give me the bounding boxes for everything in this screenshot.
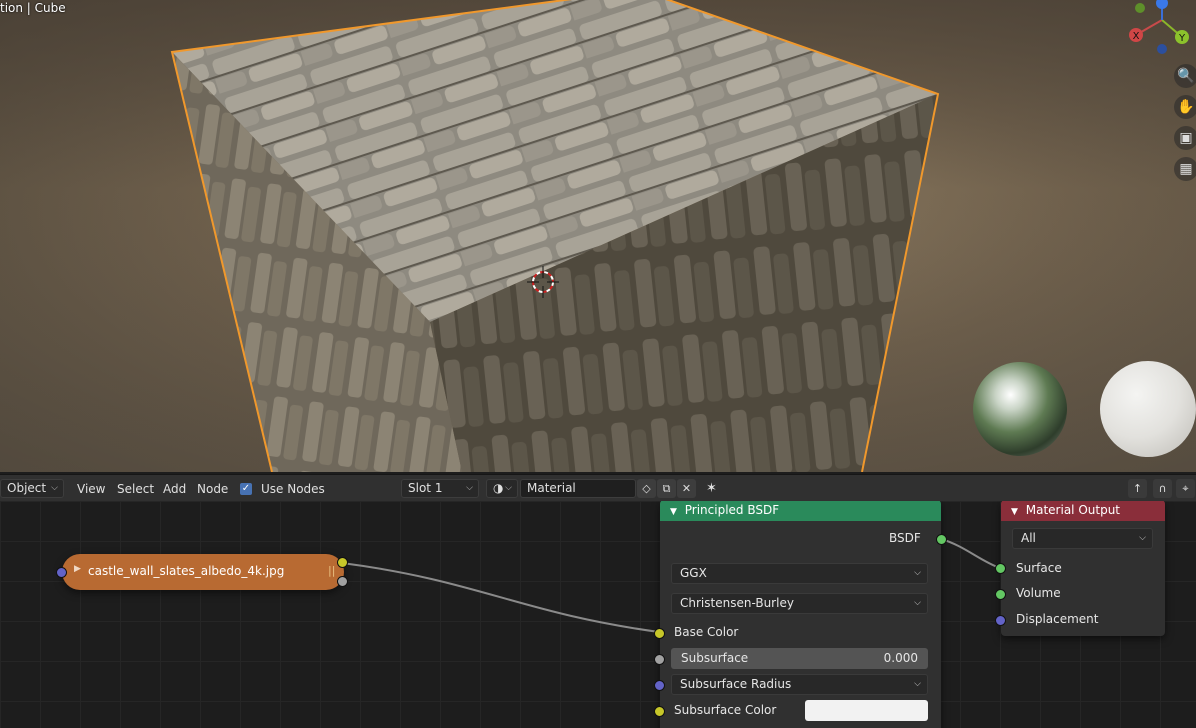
principled-bsdf-header[interactable]: ▼ Principled BSDF bbox=[660, 501, 941, 521]
menu-node[interactable]: Node bbox=[197, 480, 228, 498]
use-nodes-checkbox[interactable]: ✓ bbox=[240, 483, 252, 495]
menu-select[interactable]: Select bbox=[117, 480, 154, 498]
subsurface-color-label: Subsurface Color bbox=[674, 703, 777, 717]
chevron-down-icon: ⌵ bbox=[505, 483, 512, 493]
slot-dropdown-label: Slot 1 bbox=[408, 481, 443, 495]
3d-viewport[interactable]: tion | Cube X Y 🔍 ✋ ▣ ▦ bbox=[0, 0, 1196, 472]
displacement-input-label: Displacement bbox=[1016, 612, 1099, 626]
surface-input-label: Surface bbox=[1016, 561, 1062, 575]
collapse-arrow-icon[interactable]: ▶ bbox=[74, 564, 81, 574]
subsurface-input-socket[interactable] bbox=[654, 654, 665, 665]
bsdf-output-label: BSDF bbox=[889, 531, 921, 545]
alpha-output-socket[interactable] bbox=[337, 576, 348, 587]
bsdf-output-socket[interactable] bbox=[936, 534, 947, 545]
material-name-text: Material bbox=[527, 481, 576, 495]
node-canvas[interactable]: ▶ castle_wall_slates_albedo_4k.jpg || ▼ … bbox=[0, 501, 1196, 728]
distribution-value: GGX bbox=[680, 566, 707, 580]
use-nodes-label: Use Nodes bbox=[261, 482, 325, 496]
node-editor-header: Object ⌵ View Select Add Node ✓ Use Node… bbox=[0, 474, 1196, 502]
subsurface-radius-input-socket[interactable] bbox=[654, 680, 665, 691]
pin-icon[interactable]: ✶ bbox=[706, 480, 717, 498]
subsurface-color-swatch[interactable] bbox=[805, 700, 928, 721]
grid-icon[interactable]: ▦ bbox=[1174, 157, 1196, 181]
hdri-chrome-ball bbox=[973, 362, 1067, 456]
collapse-arrow-icon[interactable]: ▼ bbox=[1011, 507, 1018, 517]
base-color-input-socket[interactable] bbox=[654, 628, 665, 639]
hdri-diffuse-ball bbox=[1100, 361, 1196, 457]
color-output-socket[interactable] bbox=[337, 557, 348, 568]
snap-options-icon[interactable]: ⌖ bbox=[1176, 479, 1195, 498]
chevron-down-icon: ⌵ bbox=[51, 483, 58, 493]
mode-dropdown-label: Object bbox=[7, 481, 47, 495]
subsurface-label: Subsurface bbox=[681, 651, 749, 665]
gizmo-x-label: X bbox=[1133, 31, 1140, 42]
camera-icon[interactable]: ▣ bbox=[1174, 126, 1196, 150]
hand-pan-icon[interactable]: ✋ bbox=[1174, 95, 1196, 119]
gizmo-y-label: Y bbox=[1178, 33, 1186, 44]
navigation-gizmo[interactable]: X Y bbox=[1126, 0, 1196, 62]
duplicate-material-icon[interactable]: ⧉ bbox=[657, 479, 676, 498]
subsurface-value: 0.000 bbox=[883, 651, 918, 665]
parent-node-tree-icon[interactable]: ↑ bbox=[1128, 479, 1147, 498]
zoom-icon[interactable]: 🔍 bbox=[1174, 64, 1196, 88]
subsurface-radius-dropdown[interactable]: Subsurface Radius ⌵ bbox=[671, 674, 928, 695]
volume-input-label: Volume bbox=[1016, 586, 1061, 600]
image-texture-label: castle_wall_slates_albedo_4k.jpg bbox=[88, 564, 285, 578]
chevron-down-icon: ⌵ bbox=[914, 598, 921, 608]
subsurface-slider[interactable]: Subsurface 0.000 bbox=[671, 648, 928, 669]
volume-input-socket[interactable] bbox=[995, 589, 1006, 600]
chevron-down-icon: ⌵ bbox=[914, 568, 921, 578]
render-target-dropdown[interactable]: All ⌵ bbox=[1012, 528, 1153, 549]
close-icon[interactable]: ✕ bbox=[677, 479, 696, 498]
material-output-header[interactable]: ▼ Material Output bbox=[1001, 501, 1165, 521]
subsurface-method-value: Christensen-Burley bbox=[680, 596, 794, 610]
base-color-label: Base Color bbox=[674, 625, 739, 639]
viewport-object-title: tion | Cube bbox=[0, 1, 66, 15]
subsurface-color-input-socket[interactable] bbox=[654, 706, 665, 717]
vector-input-socket[interactable] bbox=[56, 567, 67, 578]
chevron-down-icon: ⌵ bbox=[466, 483, 473, 493]
material-browse-button[interactable]: ◑ ⌵ bbox=[486, 479, 518, 498]
mode-dropdown[interactable]: Object ⌵ bbox=[0, 479, 64, 498]
material-output-title: Material Output bbox=[1025, 503, 1120, 517]
principled-bsdf-title: Principled BSDF bbox=[684, 503, 780, 517]
fake-user-shield-icon[interactable]: ◇ bbox=[637, 479, 656, 498]
material-name-field[interactable]: Material bbox=[520, 479, 636, 498]
chevron-down-icon: ⌵ bbox=[1139, 533, 1146, 543]
subsurface-radius-label: Subsurface Radius bbox=[680, 677, 792, 691]
hidden-sockets-icon: || bbox=[328, 564, 336, 577]
distribution-dropdown[interactable]: GGX ⌵ bbox=[671, 563, 928, 584]
menu-view[interactable]: View bbox=[77, 480, 105, 498]
snap-magnet-icon[interactable]: ∩ bbox=[1153, 479, 1172, 498]
slot-dropdown[interactable]: Slot 1 ⌵ bbox=[401, 479, 479, 498]
image-texture-node[interactable]: ▶ castle_wall_slates_albedo_4k.jpg || bbox=[62, 554, 344, 590]
collapse-arrow-icon[interactable]: ▼ bbox=[670, 507, 677, 517]
render-target-value: All bbox=[1021, 531, 1036, 545]
chevron-down-icon: ⌵ bbox=[914, 679, 921, 689]
surface-input-socket[interactable] bbox=[995, 563, 1006, 574]
material-sphere-icon: ◑ bbox=[493, 481, 504, 495]
menu-add[interactable]: Add bbox=[163, 480, 186, 498]
displacement-input-socket[interactable] bbox=[995, 615, 1006, 626]
subsurface-method-dropdown[interactable]: Christensen-Burley ⌵ bbox=[671, 593, 928, 614]
